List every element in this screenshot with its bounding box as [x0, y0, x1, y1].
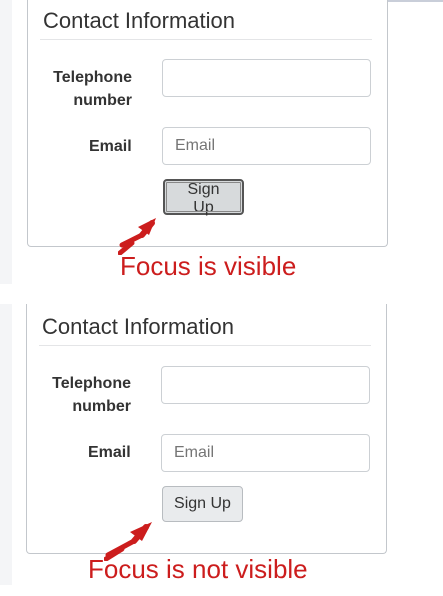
example-focus-not-visible: Contact Information Telephone number Ema…	[0, 304, 443, 596]
fieldset-legend: Contact Information	[42, 314, 234, 339]
email-label: Email	[88, 444, 131, 461]
legend-divider	[40, 39, 372, 40]
caption: Focus is not visible	[88, 554, 308, 584]
example-focus-visible: Contact Information Telephone number Ema…	[0, 0, 443, 285]
legend-divider	[39, 345, 371, 346]
arrow-pointer-icon	[118, 218, 156, 255]
fieldset-legend: Contact Information	[43, 8, 235, 33]
telephone-label: Telephone number	[53, 69, 132, 109]
telephone-input[interactable]	[161, 366, 370, 404]
side-strip	[0, 0, 12, 284]
top-divider	[387, 0, 443, 2]
telephone-label: Telephone number	[52, 375, 131, 415]
sign-up-button[interactable]: Sign Up	[163, 179, 244, 216]
caption: Focus is visible	[120, 251, 297, 281]
email-input[interactable]	[161, 434, 370, 472]
sign-up-button[interactable]: Sign Up	[162, 486, 243, 522]
side-strip	[0, 304, 12, 585]
telephone-input[interactable]	[162, 59, 371, 97]
email-label: Email	[89, 138, 132, 155]
email-input[interactable]	[162, 127, 371, 165]
